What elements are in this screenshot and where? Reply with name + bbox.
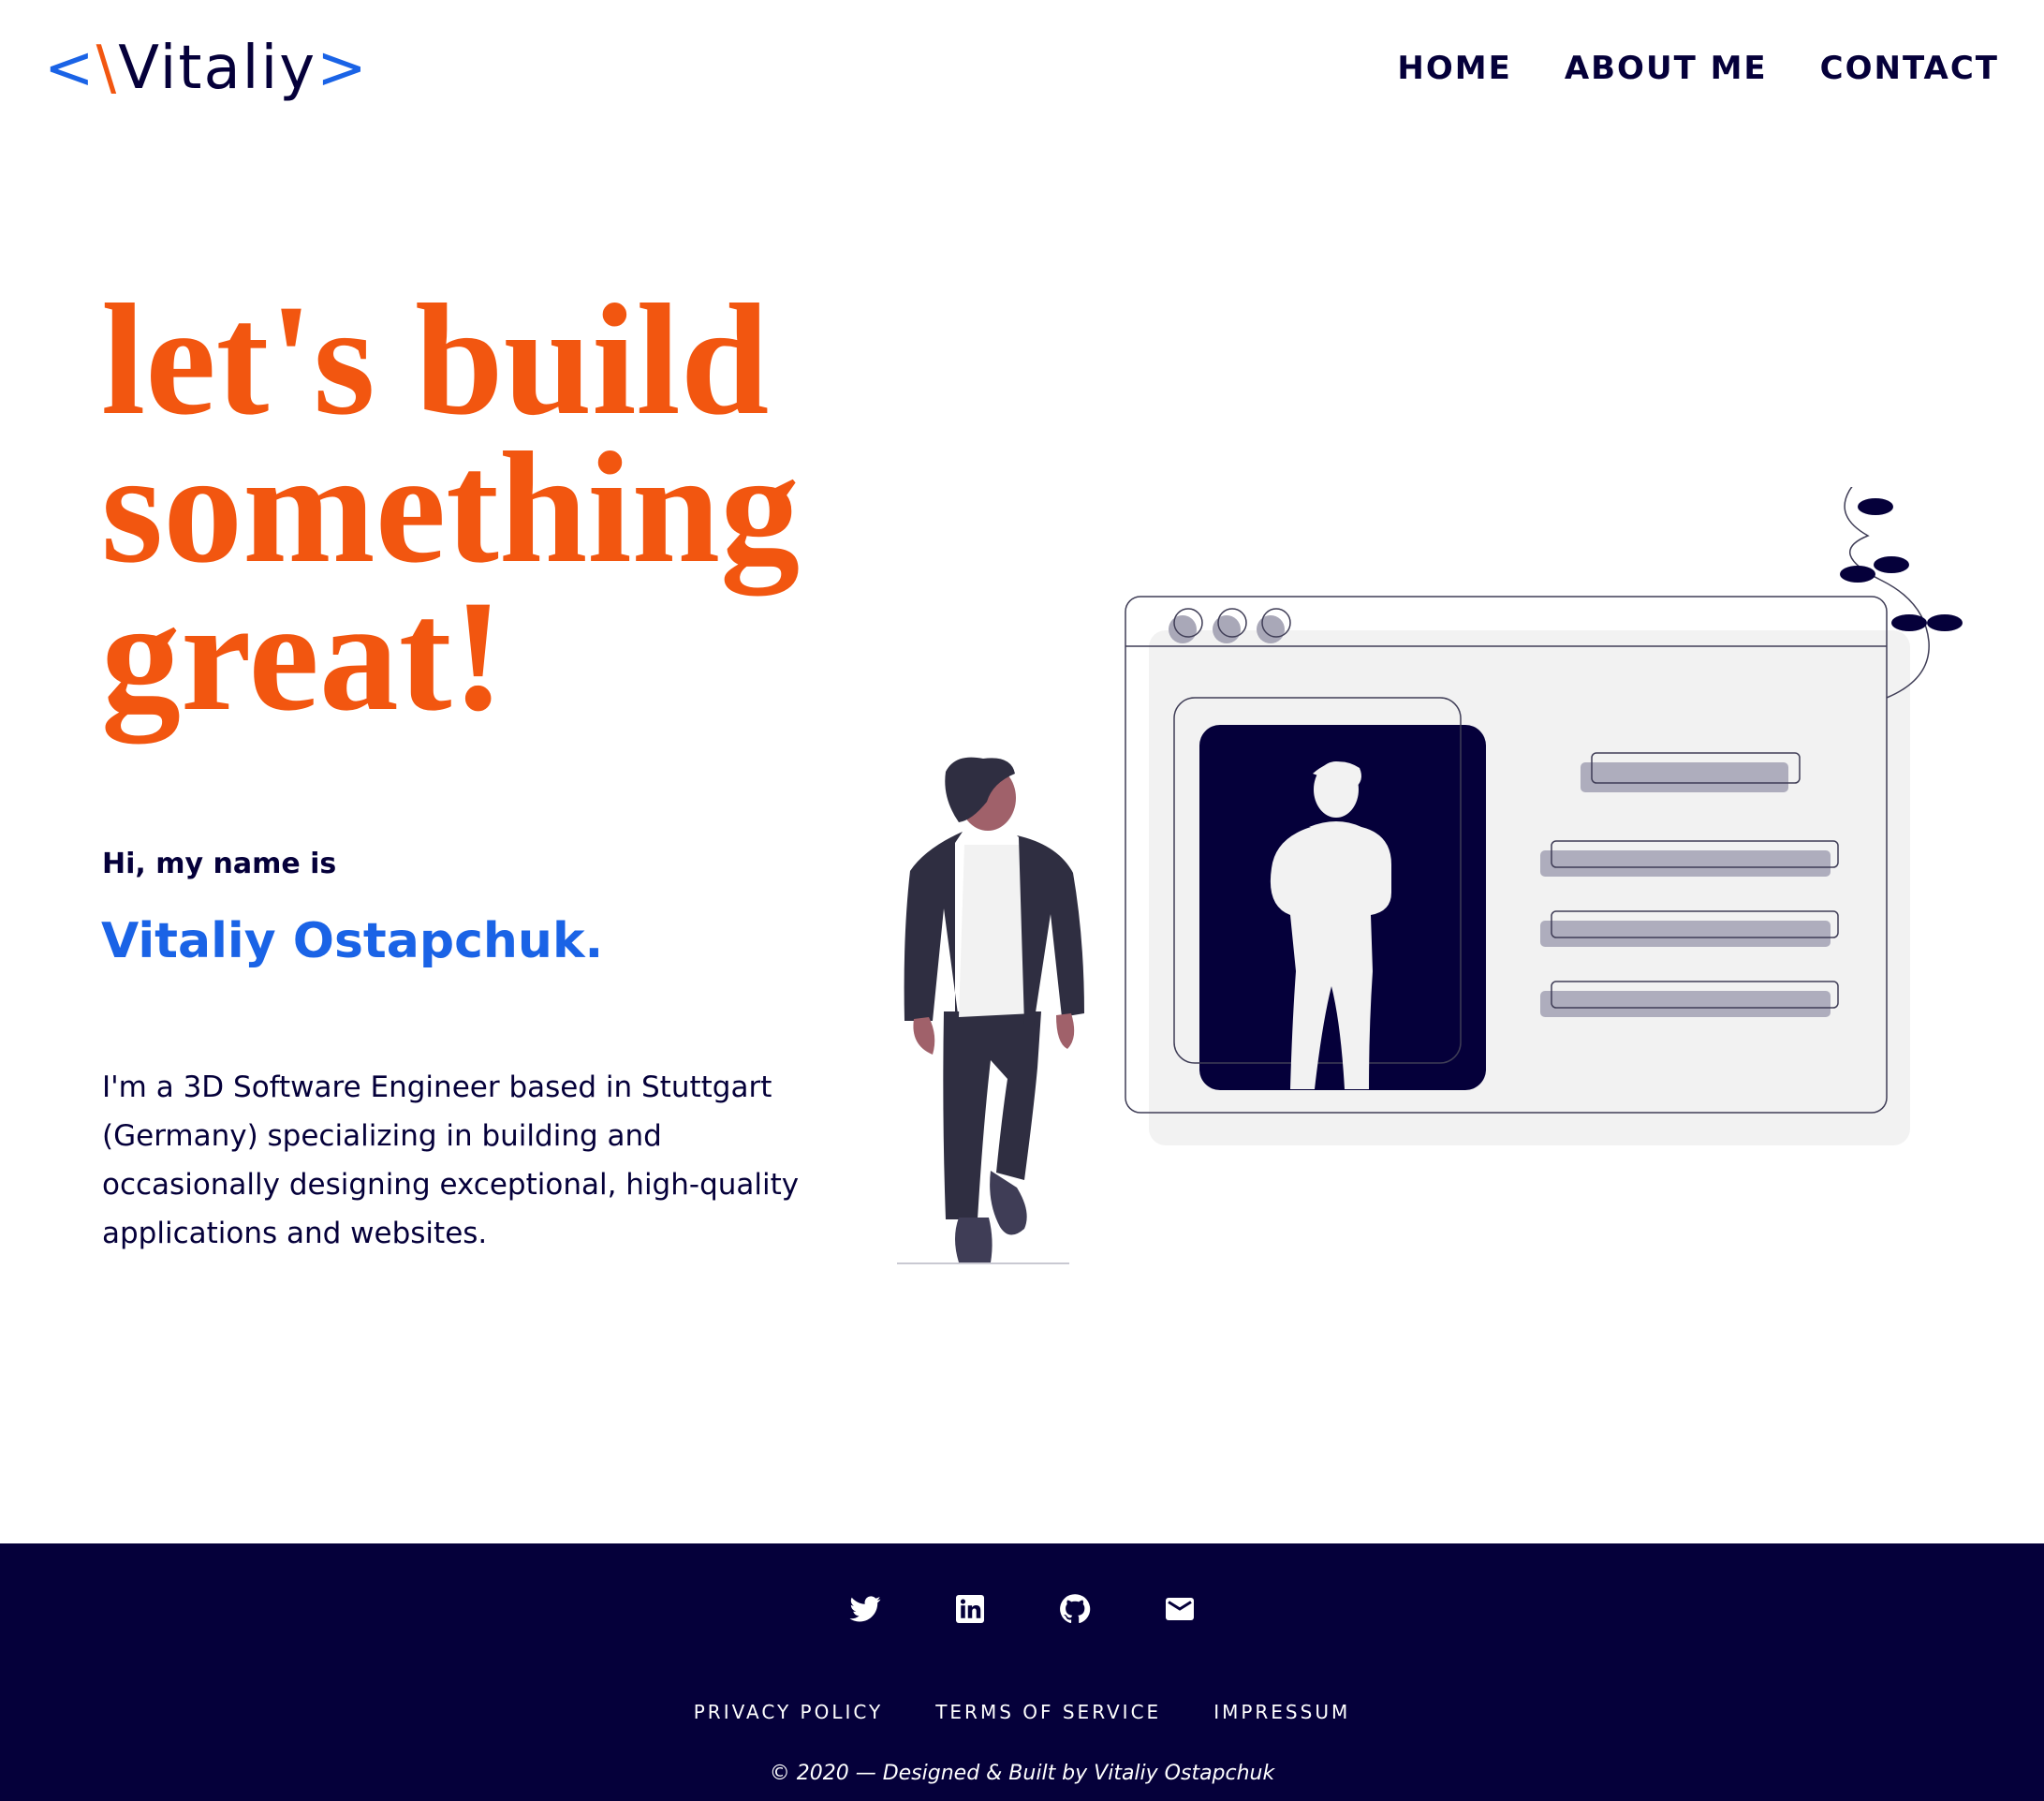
social-links (0, 1592, 2044, 1626)
vine-leaf (1891, 614, 1927, 631)
content-row (1540, 850, 1831, 877)
twitter-icon (849, 1596, 880, 1622)
main-nav: HOME ABOUT ME CONTACT (1397, 44, 1999, 93)
logo-slash: \ (96, 34, 119, 103)
linkedin-link[interactable] (953, 1592, 987, 1626)
nav-about-me[interactable]: ABOUT ME (1565, 44, 1768, 93)
terms-of-service-link[interactable]: TERMS OF SERVICE (935, 1701, 1161, 1723)
vine-leaf (1874, 556, 1909, 573)
content-row (1540, 921, 1831, 947)
nav-home[interactable]: HOME (1397, 44, 1511, 93)
nav-contact[interactable]: CONTACT (1820, 44, 1999, 93)
logo[interactable]: <\Vitaliy> (44, 26, 369, 111)
headline-line-1: let's build (101, 272, 770, 448)
bio-text: I'm a 3D Software Engineer based in Stut… (102, 1070, 800, 1250)
hero-illustration (897, 487, 1963, 1264)
vine-leaf (1840, 566, 1875, 583)
headline-line-2: something (101, 420, 801, 596)
github-link[interactable] (1058, 1592, 1092, 1626)
mail-link[interactable] (1163, 1592, 1197, 1626)
window-dot (1213, 615, 1241, 643)
logo-close-bracket: > (316, 34, 369, 103)
content-row (1540, 991, 1831, 1017)
logo-name: Vitaliy (118, 34, 317, 103)
greeting: Hi, my name is (102, 848, 337, 880)
window-dot (1169, 615, 1197, 643)
page: <\Vitaliy> HOME ABOUT ME CONTACT let's b… (0, 0, 2044, 1801)
privacy-policy-link[interactable]: PRIVACY POLICY (694, 1701, 883, 1723)
author-name: Vitaliy Ostapchuk. (101, 913, 604, 969)
linkedin-icon (955, 1595, 984, 1623)
vine-leaf (1927, 614, 1963, 631)
logo-open-bracket: < (44, 34, 96, 103)
vine-leaf (1858, 498, 1893, 515)
impressum-link[interactable]: IMPRESSUM (1213, 1701, 1350, 1723)
site-header: <\Vitaliy> HOME ABOUT ME CONTACT (0, 0, 2044, 140)
site-footer: PRIVACY POLICY TERMS OF SERVICE IMPRESSU… (0, 1543, 2044, 1801)
headline-line-3: great! (101, 568, 506, 744)
legal-links: PRIVACY POLICY TERMS OF SERVICE IMPRESSU… (0, 1701, 2044, 1723)
walking-person (897, 757, 1084, 1264)
twitter-link[interactable] (848, 1592, 882, 1626)
github-icon (1059, 1594, 1090, 1624)
content-row (1581, 762, 1788, 792)
window-dot (1257, 615, 1285, 643)
hero-headline: let's build something great! (101, 272, 944, 744)
mail-icon (1165, 1598, 1194, 1620)
copyright: © 2020 — Designed & Built by Vitaliy Ost… (769, 1762, 1275, 1785)
